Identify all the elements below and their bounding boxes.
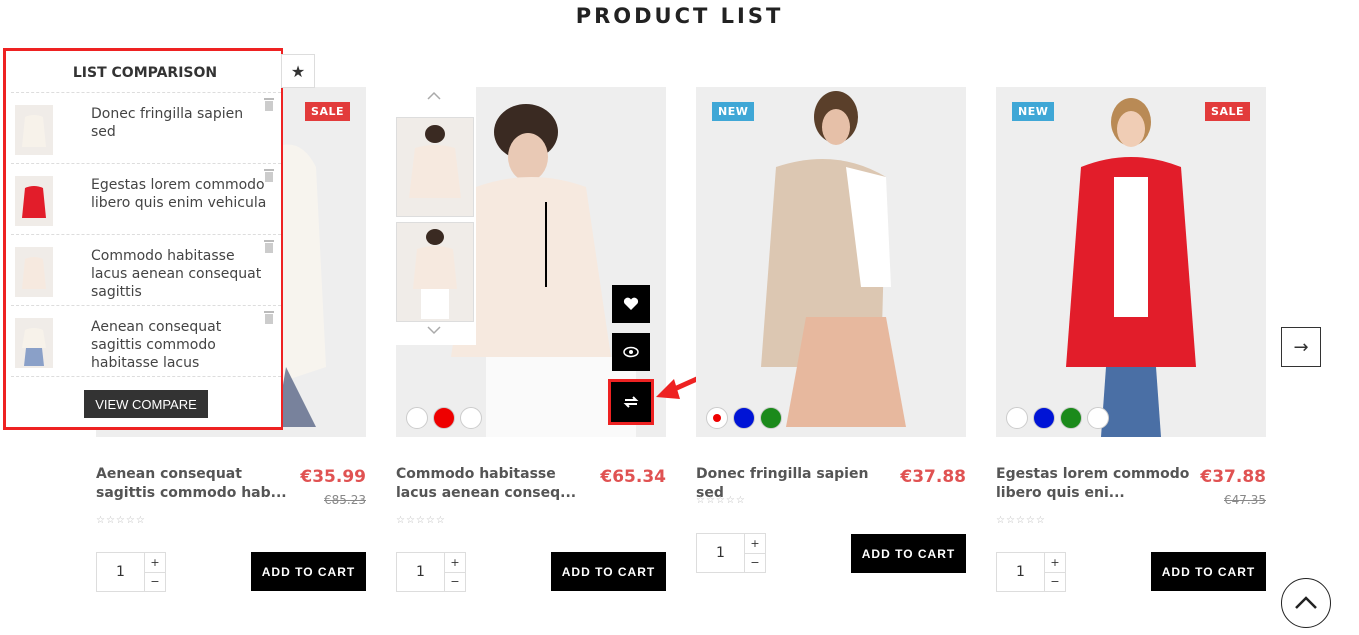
swatch-blue[interactable]: [1033, 407, 1055, 429]
swatch-red[interactable]: [433, 407, 455, 429]
thumbnail-carousel: [396, 87, 476, 345]
rating-stars: ☆☆☆☆☆: [96, 515, 146, 526]
product-card: NEW Donec fringilla sapien sed €37.88 ☆☆…: [696, 87, 966, 607]
quantity-stepper[interactable]: 1 + −: [96, 552, 166, 592]
product-price: €65.34: [600, 467, 666, 487]
compare-item: Egestas lorem commodo libero quis enim v…: [11, 163, 281, 234]
quantity-minus-button[interactable]: −: [445, 573, 465, 592]
color-swatches: [406, 407, 482, 429]
rating-stars: ☆☆☆☆☆: [396, 515, 446, 526]
sale-badge: SALE: [1205, 102, 1250, 121]
quantity-value[interactable]: 1: [997, 553, 1045, 591]
new-badge: NEW: [1012, 102, 1055, 121]
swatch-white[interactable]: [460, 407, 482, 429]
quantity-plus-button[interactable]: +: [445, 553, 465, 573]
quantity-stepper[interactable]: 1 + −: [696, 533, 766, 573]
arrow-right-icon: →: [1293, 336, 1309, 358]
eye-icon: [623, 346, 639, 358]
swatch-green[interactable]: [760, 407, 782, 429]
star-icon: ★: [290, 61, 306, 81]
product-old-price: €85.23: [324, 493, 366, 507]
wishlist-button[interactable]: [612, 285, 650, 323]
compare-arrows-icon: [623, 396, 639, 408]
compare-item-image[interactable]: [15, 176, 53, 226]
product-name[interactable]: Commodo habitasse lacus aenean conseq...: [396, 465, 596, 503]
page: PRODUCT LIST SALE Aenean consequat sagit…: [0, 0, 1359, 635]
compare-item: Commodo habitasse lacus aenean consequat…: [11, 234, 281, 305]
compare-item-name[interactable]: Aenean consequat sagittis commodo habita…: [91, 318, 269, 372]
quantity-value[interactable]: 1: [97, 553, 145, 591]
heart-icon: [623, 297, 639, 310]
quantity-plus-button[interactable]: +: [745, 534, 765, 554]
quantity-minus-button[interactable]: −: [145, 573, 165, 592]
quantity-minus-button[interactable]: −: [745, 554, 765, 573]
compare-toggle-tab[interactable]: ★: [281, 54, 315, 88]
add-to-cart-button[interactable]: ADD TO CART: [1151, 552, 1266, 591]
quick-view-button[interactable]: [612, 333, 650, 371]
view-compare-button[interactable]: VIEW COMPARE: [84, 390, 208, 418]
product-photo: [696, 87, 966, 437]
compare-item-name[interactable]: Commodo habitasse lacus aenean consequat…: [91, 247, 269, 301]
compare-item: Aenean consequat sagittis commodo habita…: [11, 305, 281, 376]
product-photo: [996, 87, 1266, 437]
compare-item-image[interactable]: [15, 247, 53, 297]
add-to-cart-button[interactable]: ADD TO CART: [551, 552, 666, 591]
product-old-price: €47.35: [1224, 493, 1266, 507]
quantity-value[interactable]: 1: [697, 534, 745, 572]
rating-stars: ☆☆☆☆☆: [696, 495, 746, 506]
add-to-cart-button[interactable]: ADD TO CART: [851, 534, 966, 573]
compare-item: Donec fringilla sapien sed: [11, 92, 281, 163]
compare-panel: LIST COMPARISON Donec fringilla sapien s…: [3, 48, 283, 430]
trash-icon[interactable]: [263, 310, 275, 329]
carousel-next-button[interactable]: →: [1281, 327, 1321, 367]
swatch-white[interactable]: [1087, 407, 1109, 429]
product-card: NEW SALE Egestas lorem commodo libero qu…: [996, 87, 1266, 607]
thumbnail-image[interactable]: [396, 117, 474, 217]
color-swatches: [1006, 407, 1109, 429]
rating-stars: ☆☆☆☆☆: [996, 515, 1046, 526]
quantity-stepper[interactable]: 1 + −: [396, 552, 466, 592]
chevron-down-icon[interactable]: [426, 323, 442, 339]
product-image[interactable]: NEW: [696, 87, 966, 437]
trash-icon[interactable]: [263, 168, 275, 187]
quantity-plus-button[interactable]: +: [1045, 553, 1065, 573]
new-badge: NEW: [712, 102, 755, 121]
product-name[interactable]: Egestas lorem commodo libero quis eni...: [996, 465, 1196, 503]
product-price: €35.99: [300, 467, 366, 487]
product-name[interactable]: Aenean consequat sagittis commodo hab...: [96, 465, 296, 503]
section-title: PRODUCT LIST: [575, 4, 784, 28]
compare-item-image[interactable]: [15, 318, 53, 368]
sale-badge: SALE: [305, 102, 350, 121]
compare-item-name[interactable]: Donec fringilla sapien sed: [91, 105, 269, 141]
divider: [11, 376, 281, 377]
chevron-up-icon: [1295, 596, 1317, 609]
swatch-red-selected[interactable]: [706, 407, 728, 429]
compare-title: LIST COMPARISON: [72, 65, 218, 81]
trash-icon[interactable]: [263, 239, 275, 258]
add-to-cart-button[interactable]: ADD TO CART: [251, 552, 366, 591]
swatch-white[interactable]: [1006, 407, 1028, 429]
compare-button[interactable]: [608, 379, 654, 425]
compare-item-name[interactable]: Egestas lorem commodo libero quis enim v…: [91, 176, 269, 212]
trash-icon[interactable]: [263, 97, 275, 116]
compare-item-image[interactable]: [15, 105, 53, 155]
product-image[interactable]: NEW SALE: [996, 87, 1266, 437]
quantity-plus-button[interactable]: +: [145, 553, 165, 573]
swatch-white[interactable]: [406, 407, 428, 429]
thumbnail-image[interactable]: [396, 222, 474, 322]
product-price: €37.88: [1200, 467, 1266, 487]
quantity-stepper[interactable]: 1 + −: [996, 552, 1066, 592]
quantity-value[interactable]: 1: [397, 553, 445, 591]
back-to-top-button[interactable]: [1281, 578, 1331, 628]
color-swatches: [706, 407, 782, 429]
quantity-minus-button[interactable]: −: [1045, 573, 1065, 592]
swatch-green[interactable]: [1060, 407, 1082, 429]
swatch-blue[interactable]: [733, 407, 755, 429]
chevron-up-icon[interactable]: [426, 89, 442, 105]
product-price: €37.88: [900, 467, 966, 487]
